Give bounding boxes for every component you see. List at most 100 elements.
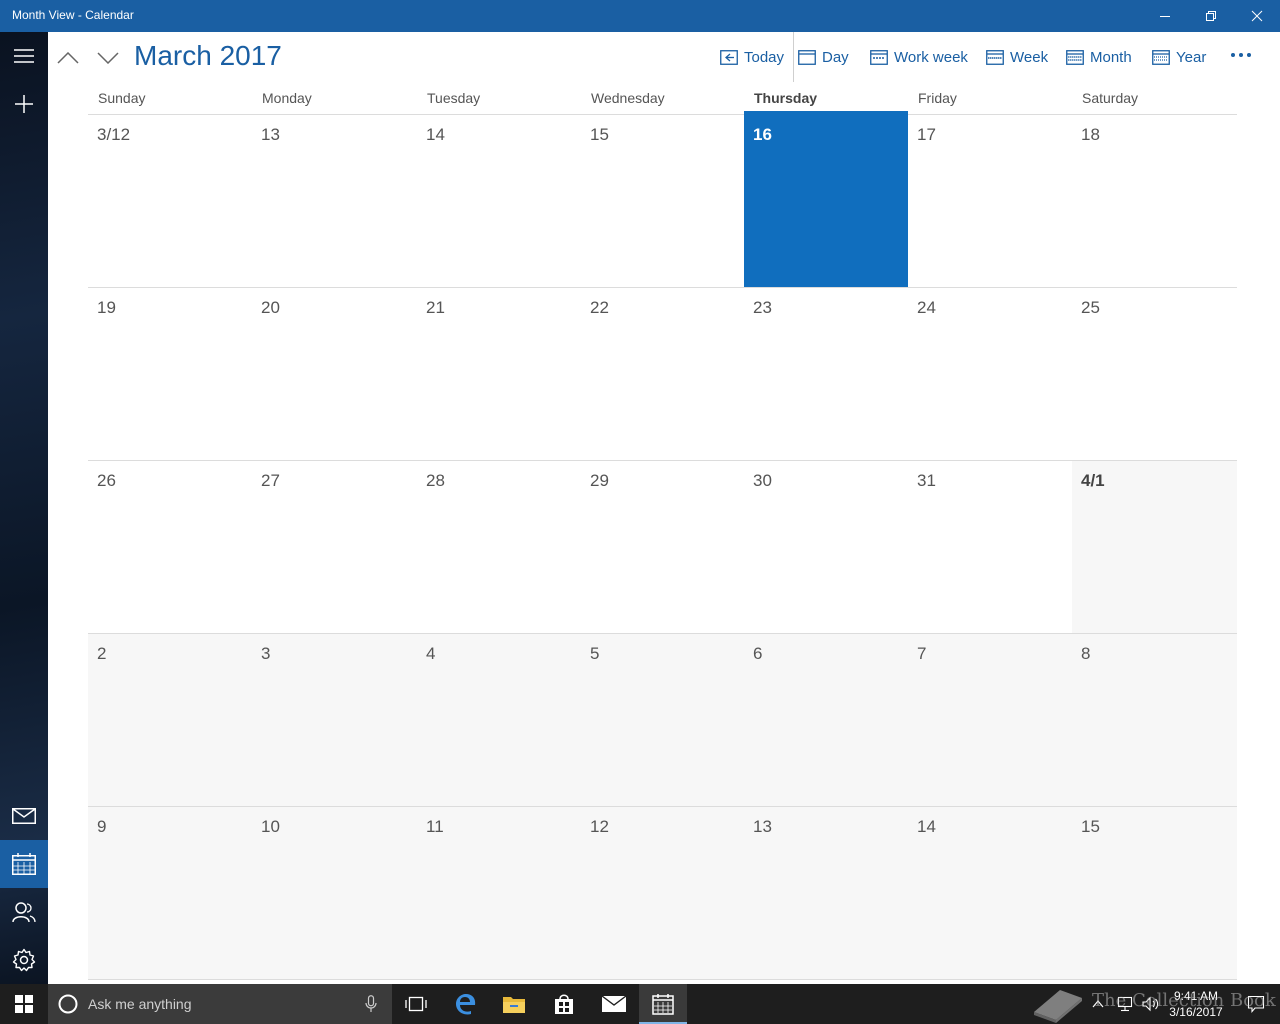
cortana-icon bbox=[58, 994, 78, 1014]
minimize-button[interactable] bbox=[1142, 0, 1188, 32]
day-cell[interactable]: 28 bbox=[417, 461, 581, 633]
day-cell[interactable]: 13 bbox=[252, 115, 417, 287]
edge-browser-button[interactable] bbox=[442, 984, 490, 1024]
day-cell[interactable]: 23 bbox=[744, 288, 908, 460]
previous-month-button[interactable] bbox=[54, 44, 82, 72]
mail-nav-button[interactable] bbox=[0, 792, 48, 840]
title-bar: Month View - Calendar bbox=[0, 0, 1280, 32]
close-button[interactable] bbox=[1234, 0, 1280, 32]
day-number: 30 bbox=[753, 471, 772, 490]
day-cell[interactable]: 14 bbox=[417, 115, 581, 287]
day-number: 22 bbox=[590, 298, 609, 317]
weekday-header: Thursday bbox=[754, 90, 818, 106]
row-divider bbox=[88, 287, 1237, 288]
people-icon bbox=[12, 902, 36, 923]
day-number: 13 bbox=[261, 125, 280, 144]
day-cell[interactable]: 11 bbox=[417, 807, 581, 979]
windows-logo-icon bbox=[15, 995, 33, 1013]
store-button[interactable] bbox=[540, 984, 588, 1024]
weekday-header: Wednesday bbox=[591, 90, 665, 106]
day-number: 19 bbox=[97, 298, 116, 317]
calendar-app-button[interactable] bbox=[639, 984, 687, 1024]
more-options-button[interactable] bbox=[1228, 44, 1254, 66]
book-icon bbox=[1034, 990, 1082, 1023]
edge-icon bbox=[456, 994, 476, 1015]
search-placeholder: Ask me anything bbox=[88, 996, 192, 1012]
day-cell[interactable]: 5 bbox=[581, 634, 744, 806]
month-icon bbox=[1066, 50, 1084, 65]
day-number: 15 bbox=[1081, 817, 1100, 836]
day-cell[interactable]: 25 bbox=[1072, 288, 1237, 460]
day-view-button[interactable]: Day bbox=[798, 44, 849, 70]
day-cell[interactable]: 31 bbox=[908, 461, 1072, 633]
day-cell[interactable]: 21 bbox=[417, 288, 581, 460]
day-cell[interactable]: 8 bbox=[1072, 634, 1237, 806]
day-number: 17 bbox=[917, 125, 936, 144]
day-cell[interactable]: 29 bbox=[581, 461, 744, 633]
weekday-header: Monday bbox=[262, 90, 312, 106]
mail-app-icon bbox=[601, 995, 627, 1012]
chevron-up-icon bbox=[57, 52, 79, 64]
mail-app-button[interactable] bbox=[590, 984, 638, 1024]
day-cell[interactable]: 15 bbox=[581, 115, 744, 287]
folder-icon bbox=[503, 997, 525, 1013]
day-cell[interactable]: 20 bbox=[252, 288, 417, 460]
restore-button[interactable] bbox=[1188, 0, 1234, 32]
day-number: 8 bbox=[1081, 644, 1091, 663]
month-title[interactable]: March 2017 bbox=[134, 40, 282, 72]
week-view-button[interactable]: Week bbox=[986, 44, 1048, 70]
day-cell[interactable]: 4 bbox=[417, 634, 581, 806]
day-cell-today[interactable]: 16 bbox=[744, 115, 908, 287]
task-view-button[interactable] bbox=[392, 984, 440, 1024]
day-cell[interactable]: 6 bbox=[744, 634, 908, 806]
day-cell[interactable]: 13 bbox=[744, 807, 908, 979]
day-cell[interactable]: 2 bbox=[88, 634, 252, 806]
day-label: Day bbox=[822, 48, 849, 66]
calendar-nav-button[interactable] bbox=[0, 840, 48, 888]
today-button[interactable]: Today bbox=[720, 44, 784, 70]
window-title: Month View - Calendar bbox=[12, 8, 134, 22]
day-number: 10 bbox=[261, 817, 280, 836]
day-cell[interactable]: 22 bbox=[581, 288, 744, 460]
restore-icon bbox=[1206, 11, 1216, 21]
day-cell[interactable]: 27 bbox=[252, 461, 417, 633]
day-cell[interactable]: 26 bbox=[88, 461, 252, 633]
work-week-view-button[interactable]: Work week bbox=[870, 44, 968, 70]
calendar-app-icon bbox=[652, 994, 674, 1015]
day-number: 9 bbox=[97, 817, 107, 836]
day-cell[interactable]: 10 bbox=[252, 807, 417, 979]
file-explorer-button[interactable] bbox=[490, 984, 538, 1024]
day-cell[interactable]: 24 bbox=[908, 288, 1072, 460]
new-event-button[interactable] bbox=[0, 80, 48, 128]
day-cell[interactable]: 14 bbox=[908, 807, 1072, 979]
day-cell[interactable]: 4/1 bbox=[1072, 461, 1237, 633]
weekday-header: Friday bbox=[918, 90, 957, 106]
day-cell[interactable]: 15 bbox=[1072, 807, 1237, 979]
day-cell[interactable]: 17 bbox=[908, 115, 1072, 287]
row-divider bbox=[88, 806, 1237, 807]
year-view-button[interactable]: Year bbox=[1152, 44, 1206, 70]
day-cell[interactable]: 18 bbox=[1072, 115, 1237, 287]
day-cell[interactable]: 3 bbox=[252, 634, 417, 806]
day-number: 27 bbox=[261, 471, 280, 490]
month-view-button[interactable]: Month bbox=[1066, 44, 1132, 70]
day-cell[interactable]: 9 bbox=[88, 807, 252, 979]
day-cell[interactable]: 7 bbox=[908, 634, 1072, 806]
people-nav-button[interactable] bbox=[0, 888, 48, 936]
day-cell[interactable]: 12 bbox=[581, 807, 744, 979]
gear-icon bbox=[12, 948, 36, 972]
start-button[interactable] bbox=[0, 984, 48, 1024]
hamburger-menu-button[interactable] bbox=[0, 32, 48, 80]
day-number: 21 bbox=[426, 298, 445, 317]
day-number: 28 bbox=[426, 471, 445, 490]
settings-nav-button[interactable] bbox=[0, 936, 48, 984]
day-cell[interactable]: 3/12 bbox=[88, 115, 252, 287]
weekday-header: Tuesday bbox=[427, 90, 481, 106]
cortana-search-box[interactable]: Ask me anything bbox=[48, 984, 392, 1024]
next-month-button[interactable] bbox=[94, 44, 122, 72]
close-icon bbox=[1251, 10, 1263, 22]
day-cell[interactable]: 30 bbox=[744, 461, 908, 633]
day-number: 18 bbox=[1081, 125, 1100, 144]
day-number: 13 bbox=[753, 817, 772, 836]
day-cell[interactable]: 19 bbox=[88, 288, 252, 460]
